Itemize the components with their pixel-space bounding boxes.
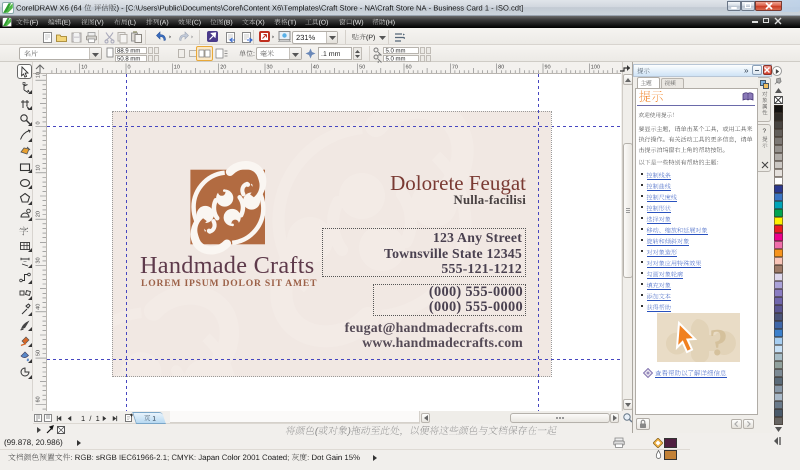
svg-text:?: ? [709, 322, 728, 362]
